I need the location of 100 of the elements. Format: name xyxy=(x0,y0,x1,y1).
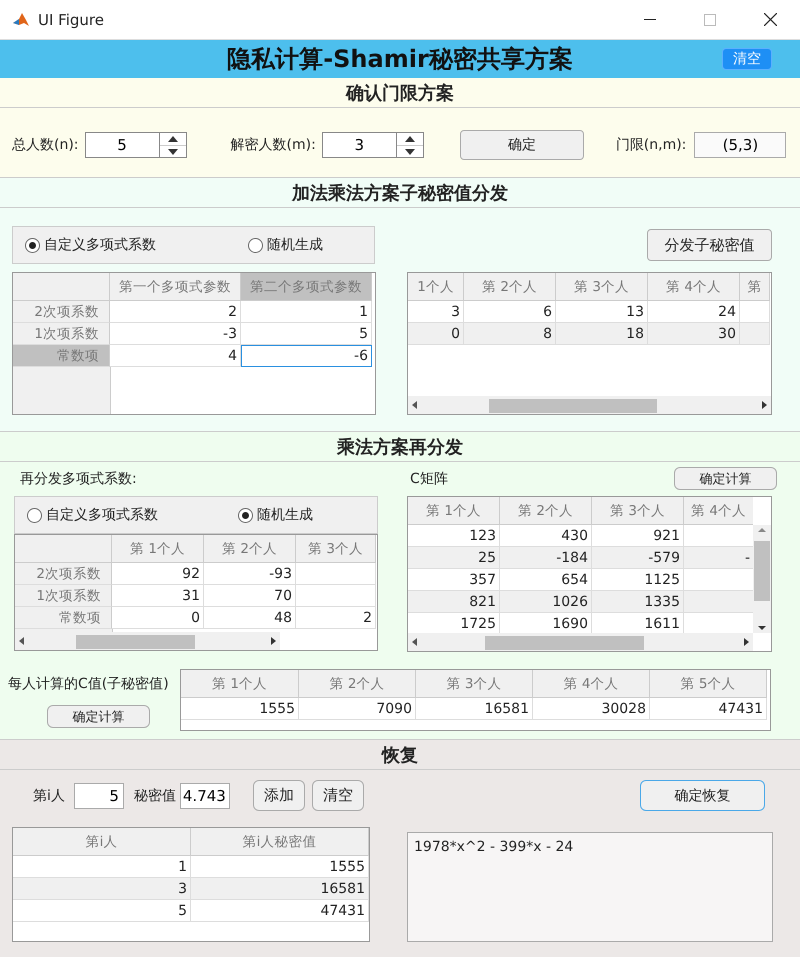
column-header[interactable]: 第 xyxy=(740,273,770,301)
column-header[interactable]: 第二个多项式参数 xyxy=(241,273,372,301)
table-cell: 18 xyxy=(556,323,648,345)
table-cell: 92 xyxy=(112,563,204,585)
column-header[interactable]: 第i人 xyxy=(13,828,191,856)
row-header[interactable]: 2次项系数 xyxy=(15,563,112,585)
up-arrow-icon[interactable] xyxy=(756,525,768,535)
table-cell: 25 xyxy=(408,547,500,569)
table-cell: 5 xyxy=(13,900,191,922)
column-header[interactable]: 第 4个人 xyxy=(533,670,650,698)
spin-down-button[interactable] xyxy=(396,145,423,157)
table-cell: -93 xyxy=(204,563,296,585)
section-label: 再分发多项式系数: xyxy=(20,470,138,488)
table-cell: 2 xyxy=(296,607,376,629)
recover-button[interactable]: 确定恢复 xyxy=(640,780,765,811)
table-cell: 48 xyxy=(204,607,296,629)
column-header[interactable]: 第 4个人 xyxy=(648,273,740,301)
field-label: 解密人数(m): xyxy=(230,136,316,154)
table-cell: 1 xyxy=(241,301,372,323)
table-cell: 1335 xyxy=(592,591,684,613)
row-header[interactable]: 常数项 xyxy=(15,607,112,629)
field-label: 秘密值 xyxy=(134,786,176,804)
table-cell: 31 xyxy=(112,585,204,607)
column-header[interactable]: 第 2个人 xyxy=(464,273,556,301)
column-header[interactable]: 第 2个人 xyxy=(204,535,296,563)
radio-option[interactable]: 自定义多项式系数 xyxy=(27,506,158,524)
number-field[interactable]: 5 xyxy=(84,132,159,158)
clear-button[interactable]: 清空 xyxy=(722,48,772,70)
down-arrow-icon xyxy=(168,148,178,154)
horizontal-scrollbar[interactable] xyxy=(15,632,280,650)
result-text-area[interactable]: 1978*x^2 - 399*x - 24 xyxy=(407,832,773,942)
section-title: 确认门限方案 xyxy=(346,82,454,104)
row-header[interactable]: 1次项系数 xyxy=(13,323,110,345)
vertical-scrollbar[interactable] xyxy=(753,525,771,633)
table-cell: 0 xyxy=(408,323,464,345)
column-header[interactable]: 第 1个人 xyxy=(112,535,204,563)
table-cell: 1555 xyxy=(181,698,299,720)
maximize-icon xyxy=(704,14,716,26)
table-cell: 47431 xyxy=(650,698,767,720)
table-cell: 5 xyxy=(241,323,372,345)
column-header[interactable]: 第 2个人 xyxy=(299,670,416,698)
table-cell: 30 xyxy=(648,323,740,345)
radio-option[interactable]: 随机生成 xyxy=(248,236,323,254)
table-cell: -3 xyxy=(110,323,241,345)
radio-option[interactable]: 随机生成 xyxy=(238,506,313,524)
column-header[interactable]: 第 3个人 xyxy=(592,497,684,525)
row-header[interactable]: 2次项系数 xyxy=(13,301,110,323)
column-header[interactable]: 第 3个人 xyxy=(416,670,533,698)
app-title: 隐私计算-Shamir秘密共享方案 xyxy=(227,44,573,75)
down-arrow-icon[interactable] xyxy=(756,623,768,633)
field-label: 门限(n,m): xyxy=(616,136,686,154)
column-header[interactable]: 第一个多项式参数 xyxy=(110,273,241,301)
table-cell: -579 xyxy=(592,547,684,569)
table-cell: 16581 xyxy=(416,698,533,720)
radio-option[interactable]: 自定义多项式系数 xyxy=(25,236,156,254)
table-cell xyxy=(740,323,770,345)
section-label: C矩阵 xyxy=(410,470,448,488)
table-cell: 0 xyxy=(112,607,204,629)
field-label: 第i人 xyxy=(33,786,65,804)
confirm-button[interactable]: 确定 xyxy=(460,130,584,160)
row-header[interactable]: 常数项 xyxy=(13,345,110,367)
column-header[interactable]: 第 3个人 xyxy=(296,535,376,563)
secret-field[interactable]: 4.743 xyxy=(180,782,230,808)
clear-button[interactable]: 清空 xyxy=(312,780,364,811)
number-field[interactable]: 3 xyxy=(322,132,396,158)
column-header[interactable]: 第i人秘密值 xyxy=(191,828,369,856)
column-header[interactable]: 第 1个人 xyxy=(181,670,299,698)
table-cell: 4 xyxy=(110,345,241,367)
table-cell: -184 xyxy=(500,547,592,569)
table-cell: -6 xyxy=(241,345,372,367)
row-header[interactable]: 1次项系数 xyxy=(15,585,112,607)
table-cell: 70 xyxy=(204,585,296,607)
section-title: 恢复 xyxy=(382,744,418,766)
compute-button[interactable]: 确定计算 xyxy=(47,705,150,728)
column-header[interactable]: 第 4个人 xyxy=(684,497,753,525)
column-header[interactable]: 第 2个人 xyxy=(500,497,592,525)
table-cell: 30028 xyxy=(533,698,650,720)
column-header[interactable]: 第 5个人 xyxy=(650,670,767,698)
table-cell: 8 xyxy=(464,323,556,345)
compute-button[interactable]: 确定计算 xyxy=(674,467,777,490)
section-title: 乘法方案再分发 xyxy=(337,436,463,458)
distribute-button[interactable]: 分发子秘密值 xyxy=(647,229,772,261)
table-cell: 821 xyxy=(408,591,500,613)
column-header[interactable]: 1个人 xyxy=(408,273,464,301)
table-cell: 7090 xyxy=(299,698,416,720)
table-cell: - xyxy=(684,547,753,569)
horizontal-scrollbar[interactable] xyxy=(408,396,771,414)
table-cell: 3 xyxy=(13,878,191,900)
column-header[interactable]: 第 1个人 xyxy=(408,497,500,525)
window-title: UI Figure xyxy=(38,10,104,28)
table-cell: 2 xyxy=(110,301,241,323)
section-title: 加法乘法方案子秘密值分发 xyxy=(292,182,508,204)
section-label: 每人计算的C值(子秘密值) xyxy=(8,675,169,693)
spin-down-button[interactable] xyxy=(160,145,186,157)
down-arrow-icon xyxy=(404,148,415,154)
column-header[interactable]: 第 3个人 xyxy=(556,273,648,301)
index-field[interactable]: 5 xyxy=(74,782,124,808)
threshold-field[interactable]: (5,3) xyxy=(694,132,786,158)
add-button[interactable]: 添加 xyxy=(252,780,305,811)
horizontal-scrollbar[interactable] xyxy=(408,633,753,651)
